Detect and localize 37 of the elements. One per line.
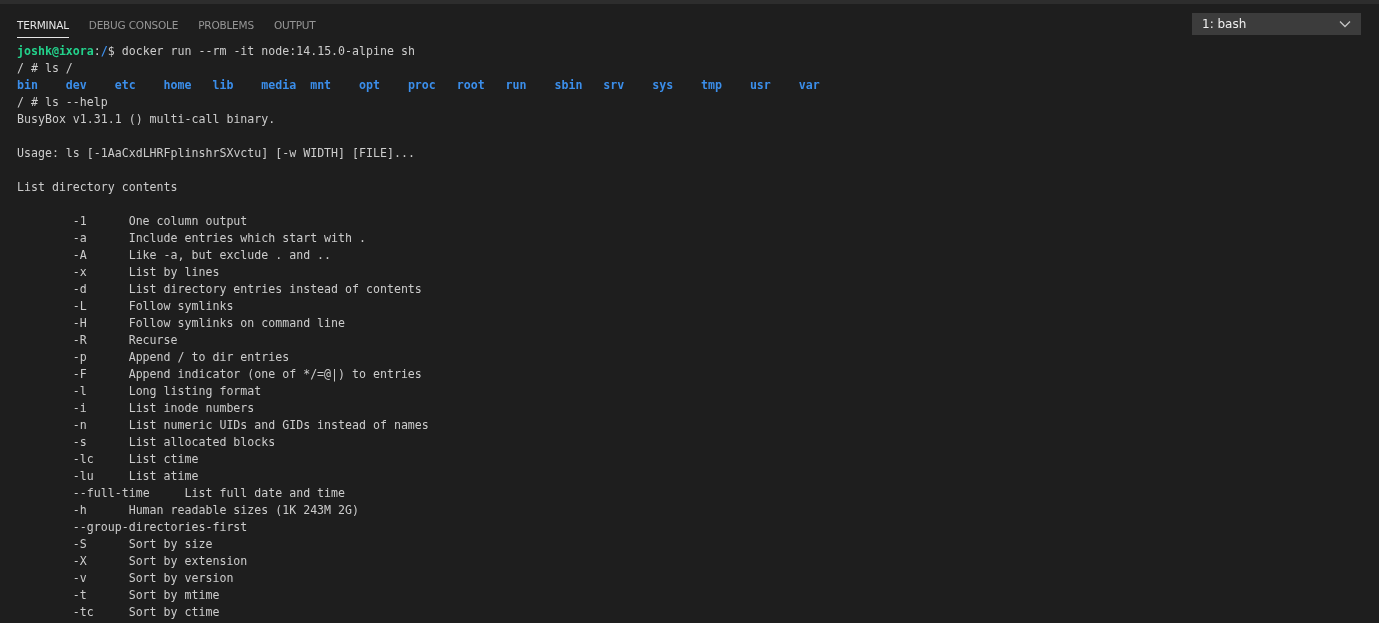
chevron-down-icon: [1339, 20, 1351, 28]
prompt-line: joshk@ixora:/$ docker run --rm -it node:14.15.0-alpine sh: [17, 43, 416, 60]
option-line: -lu List atime: [71, 468, 200, 485]
option-line: -n List numeric UIDs and GIDs instead of names: [71, 417, 430, 434]
terminal-select[interactable]: 1: bash: [1192, 13, 1361, 35]
option-line: -F Append indicator (one of */=@|) to entries: [71, 366, 423, 383]
option-line: -1 One column output: [71, 213, 249, 230]
option-line: -H Follow symlinks on command line: [71, 315, 347, 332]
output-line: BusyBox v1.31.1 () multi-call binary.: [17, 111, 277, 128]
output-line: / # ls --help: [17, 94, 109, 111]
option-line: -v Sort by version: [71, 570, 235, 587]
option-line: -t Sort by mtime: [71, 587, 221, 604]
option-line: -p Append / to dir entries: [71, 349, 291, 366]
option-line: -s List allocated blocks: [71, 434, 277, 451]
option-line: -a Include entries which start with .: [71, 230, 367, 247]
option-line: --group-directories-first: [71, 519, 249, 536]
panel-tab[interactable]: OUTPUT: [273, 10, 316, 38]
panel-tab[interactable]: PROBLEMS: [198, 10, 254, 38]
option-line: -A Like -a, but exclude . and ..: [71, 247, 333, 264]
option-line: -i List inode numbers: [71, 400, 256, 417]
directory-listing: bin dev etc home lib media mnt opt proc root run sbin srv sys tmp usr var: [17, 77, 821, 94]
option-line: --full-time List full date and time: [71, 485, 347, 502]
option-line: -tc Sort by ctime: [71, 604, 221, 621]
option-line: -R Recurse: [71, 332, 179, 349]
option-line: -x List by lines: [71, 264, 221, 281]
output-line: List directory contents: [17, 179, 179, 196]
output-line: / # ls /: [17, 60, 74, 77]
option-line: -d List directory entries instead of contents: [71, 281, 423, 298]
option-line: -L Follow symlinks: [71, 298, 235, 315]
panel-tab[interactable]: TERMINAL: [17, 10, 69, 38]
option-line: -h Human readable sizes (1K 243M 2G): [71, 502, 360, 519]
panel-tab[interactable]: DEBUG CONSOLE: [88, 10, 179, 38]
option-line: -X Sort by extension: [71, 553, 249, 570]
option-line: -l Long listing format: [71, 383, 263, 400]
output-line: Usage: ls [-1AaCxdLHRFplinshrSXvctu] [-w WIDTH] [FILE]...: [17, 145, 416, 162]
option-line: -S Sort by size: [71, 536, 214, 553]
option-line: -lc List ctime: [71, 451, 200, 468]
